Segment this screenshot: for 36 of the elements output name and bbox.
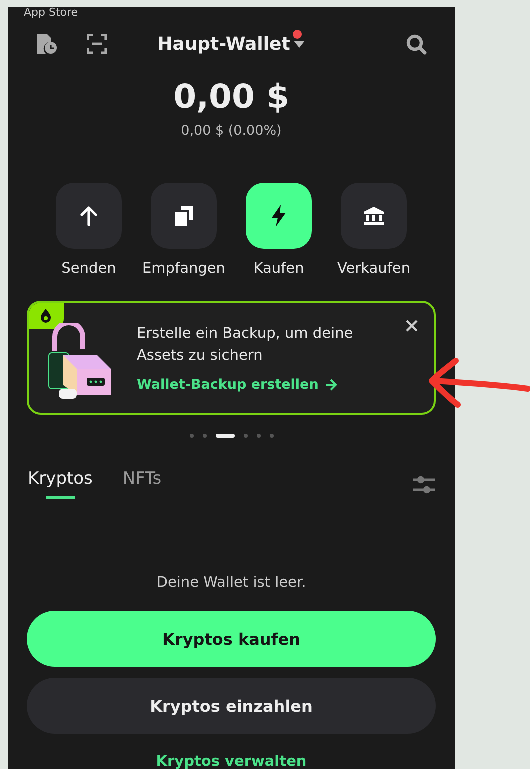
action-label: Kaufen [254,261,304,277]
empty-wallet-message: Deine Wallet ist leer. [156,575,306,591]
action-label: Verkaufen [337,261,411,277]
copy-icon [175,206,193,226]
sell-button[interactable] [341,183,407,249]
manage-crypto-link[interactable]: Kryptos verwalten [156,754,307,769]
arrow-up-icon [80,206,98,226]
page-dot[interactable] [190,434,194,438]
send-button[interactable] [56,183,122,249]
balance-change: 0,00 $ (0.00%) [181,123,282,139]
drop-icon [40,308,52,322]
asset-tab[interactable]: Kryptos [28,469,93,499]
action-label: Senden [62,261,116,277]
filter-sliders-icon[interactable] [413,475,435,495]
page-dot[interactable] [202,434,206,438]
backup-link[interactable]: Wallet-Backup erstellen [137,377,338,393]
buy-crypto-button[interactable]: Kryptos kaufen [27,611,436,667]
lightning-icon [271,205,287,227]
asset-tab[interactable]: NFTs [122,469,162,499]
buy-button[interactable] [246,183,312,249]
action-label: Empfangen [142,261,226,277]
scan-icon[interactable] [87,34,107,54]
wallet-title[interactable]: Haupt-Wallet [158,34,290,54]
caret-down-icon[interactable] [294,40,306,48]
page-dot[interactable] [270,434,274,438]
bank-icon [364,207,384,225]
back-label[interactable]: App Store [24,7,78,19]
deposit-crypto-button[interactable]: Kryptos einzahlen [27,678,436,734]
page-dot[interactable] [256,434,260,438]
search-icon[interactable] [406,34,427,54]
arrow-right-icon [324,379,338,391]
backup-message: Erstelle ein Backup, um deine Assets zu sichern [137,325,354,366]
receive-button[interactable] [151,183,217,249]
page-dot[interactable] [244,434,248,438]
balance-amount: 0,00 $ [174,77,290,117]
history-icon[interactable] [36,33,57,55]
